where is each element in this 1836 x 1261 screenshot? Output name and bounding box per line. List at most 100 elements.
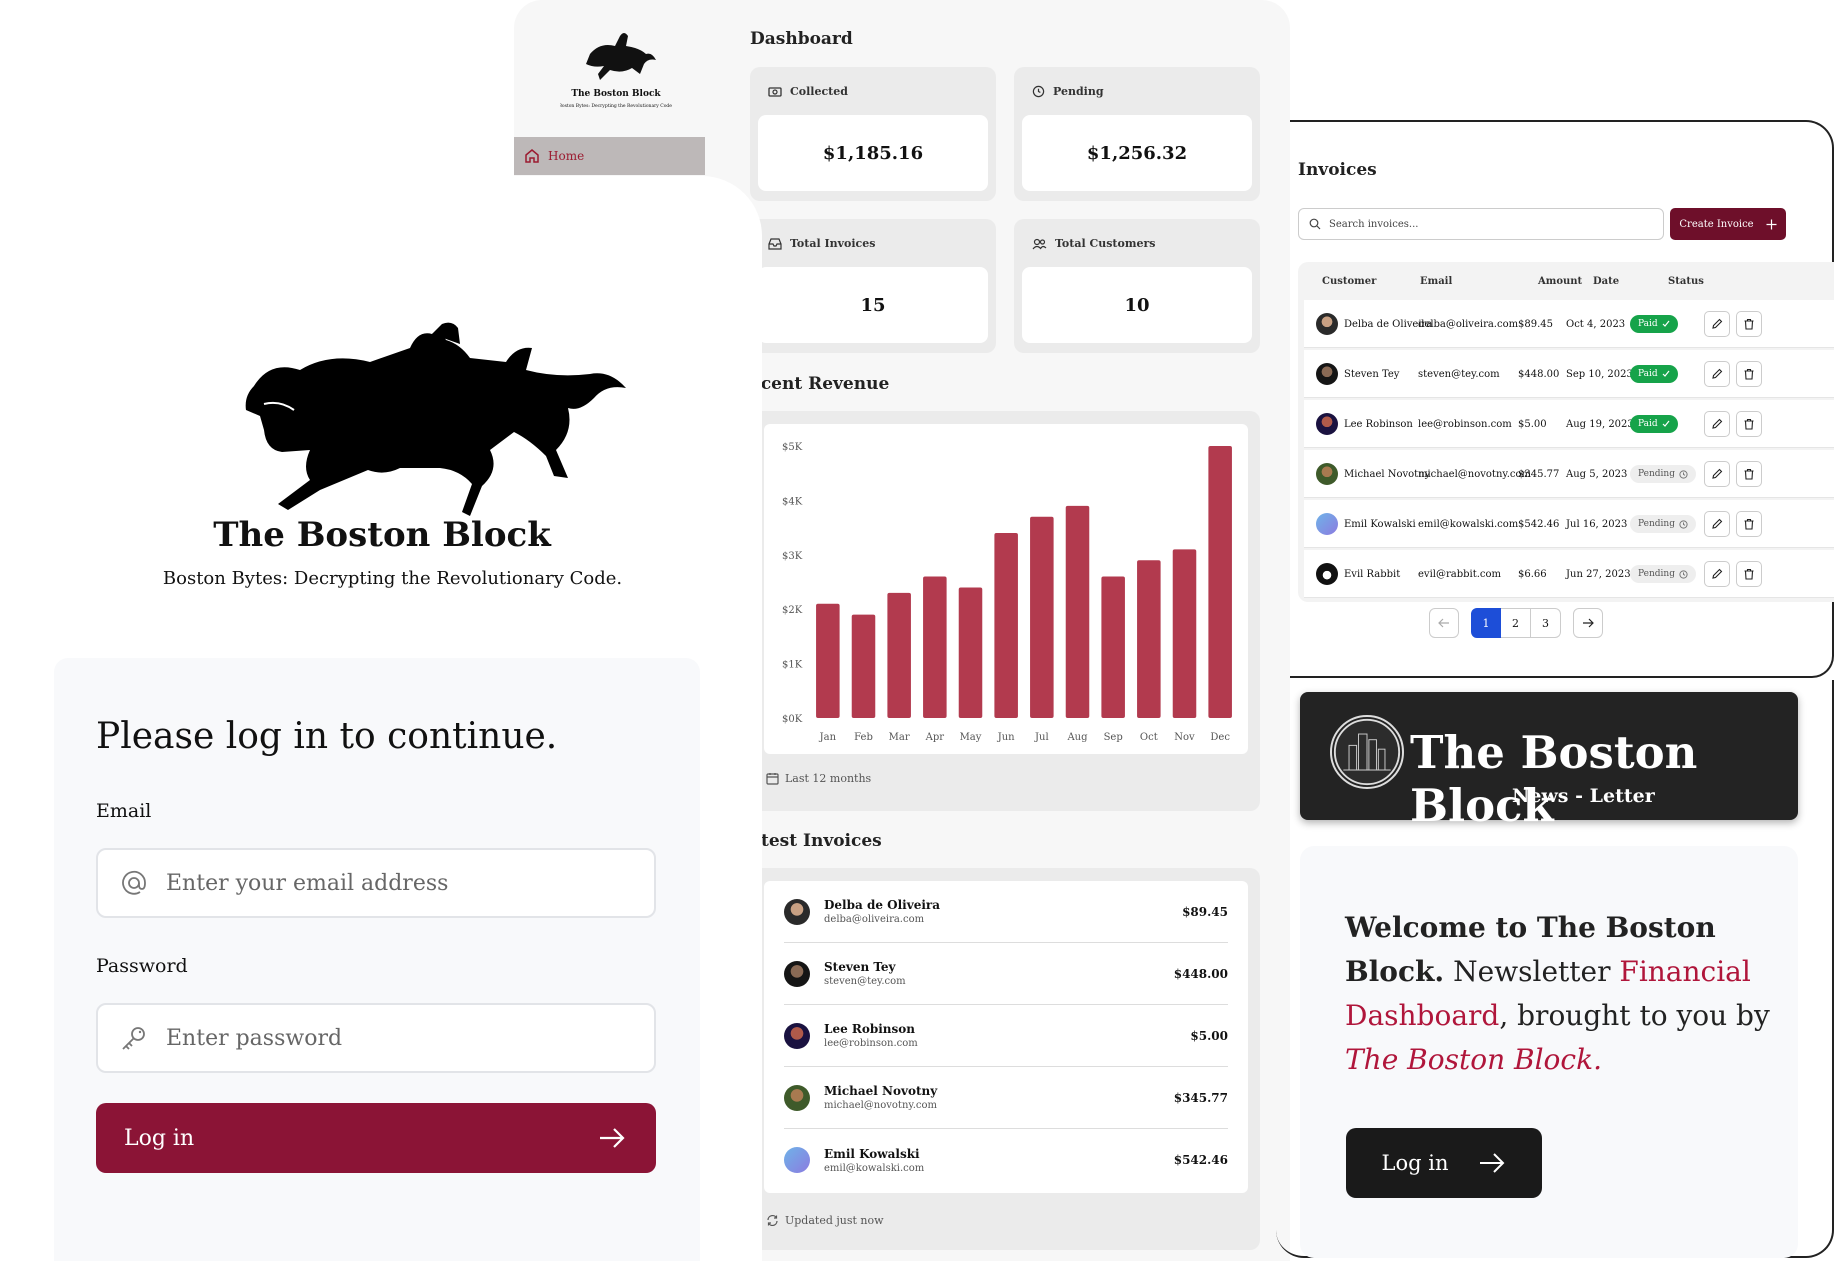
- password-field[interactable]: [96, 1003, 656, 1073]
- password-input[interactable]: [166, 1025, 606, 1051]
- x-tick-label: Mar: [889, 732, 910, 743]
- delete-button[interactable]: [1736, 450, 1762, 498]
- column-header: Email: [1420, 276, 1453, 287]
- trash-icon: [1744, 468, 1754, 480]
- y-tick-label: $3K: [782, 551, 803, 562]
- customer-email: michael@novotny.com: [1418, 468, 1531, 480]
- brand-title: The Boston Block: [213, 515, 551, 555]
- next-page-button[interactable]: [1573, 608, 1603, 638]
- trash-icon: [1744, 568, 1754, 580]
- pencil-icon: [1712, 468, 1723, 479]
- revenue-bar-chart: $0K $1K $2K $3K $4K $5K Jan Feb Mar Apr May Jun Jul A…: [782, 442, 1232, 743]
- svg-text:Boston Bytes: Decrypting the R: Boston Bytes: Decrypting the Revolutiona…: [560, 103, 672, 109]
- list-item[interactable]: Delba de Oliveira delba@oliveira.com $89.…: [784, 881, 1228, 943]
- x-tick-label: May: [960, 732, 982, 743]
- bar-oct: [1137, 560, 1161, 718]
- clock-icon: [1679, 469, 1688, 479]
- edit-button[interactable]: [1704, 400, 1730, 448]
- invoice-amount: $5.00: [1518, 418, 1547, 430]
- stat-card-pending: Pending $1,256.32: [1014, 67, 1260, 201]
- list-item[interactable]: Lee Robinson lee@robinson.com $5.00: [784, 1005, 1228, 1067]
- page-button[interactable]: 1: [1471, 608, 1501, 638]
- latest-footnote: Updated just now: [766, 1214, 884, 1227]
- table-row[interactable]: Steven Tey steven@tey.com $448.00 Sep 10, 2…: [1304, 350, 1834, 398]
- edit-button[interactable]: [1704, 450, 1730, 498]
- status-badge: Paid: [1630, 350, 1678, 398]
- delete-button[interactable]: [1736, 500, 1762, 548]
- list-item[interactable]: Steven Tey steven@tey.com $448.00: [784, 943, 1228, 1005]
- login-heading: Please log in to continue.: [96, 716, 558, 757]
- sidebar-item-home[interactable]: Home: [514, 137, 705, 175]
- list-item[interactable]: Emil Kowalski emil@kowalski.com $542.46: [784, 1129, 1228, 1191]
- search-input[interactable]: Search invoices...: [1329, 219, 1418, 230]
- email-input[interactable]: [166, 870, 606, 896]
- edit-button[interactable]: [1704, 500, 1730, 548]
- newsletter-subtitle: News - Letter: [1512, 785, 1655, 807]
- customer-name: Steven Tey: [824, 960, 896, 974]
- trash-icon: [1744, 418, 1754, 430]
- newsletter-login-button[interactable]: Log in: [1346, 1128, 1542, 1198]
- customer-email: steven@tey.com: [1418, 368, 1500, 380]
- column-header: Date: [1593, 276, 1620, 287]
- create-invoice-button[interactable]: Create Invoice: [1670, 208, 1786, 240]
- svg-text:The Boston Block: The Boston Block: [571, 89, 661, 99]
- table-row[interactable]: Emil Kowalski emil@kowalski.com $542.46 Jul…: [1304, 500, 1834, 548]
- plus-icon: [1766, 219, 1777, 229]
- delete-button[interactable]: [1736, 550, 1762, 598]
- login-button-label: Log in: [1381, 1151, 1449, 1175]
- table-row[interactable]: Delba de Oliveira delba@oliveira.com $89.4…: [1304, 300, 1834, 348]
- prev-page-button[interactable]: [1429, 608, 1459, 638]
- stat-value: $1,256.32: [1022, 115, 1252, 191]
- bar-jul: [1030, 516, 1054, 718]
- delete-button[interactable]: [1736, 300, 1762, 348]
- invoice-date: Jul 16, 2023: [1566, 518, 1628, 530]
- stat-card-collected: Collected $1,185.16: [750, 67, 996, 201]
- customer-email: lee@robinson.com: [824, 1038, 918, 1049]
- at-sign-icon: [122, 870, 146, 895]
- pencil-icon: [1712, 518, 1723, 529]
- invoice-amount: $89.45: [1518, 318, 1553, 330]
- footnote-text: Last 12 months: [785, 772, 872, 785]
- table-row[interactable]: Michael Novotny michael@novotny.com $345.7…: [1304, 450, 1834, 498]
- customer-name: Delba de Oliveira: [824, 898, 940, 912]
- email-field[interactable]: [96, 848, 656, 918]
- x-tick-label: Jan: [819, 732, 837, 743]
- page-button[interactable]: 3: [1531, 608, 1561, 638]
- x-tick-label: Sep: [1104, 732, 1123, 743]
- invoices-table: Customer Email Amount Date Status Delba …: [1298, 262, 1834, 602]
- stat-value: $1,185.16: [758, 115, 988, 191]
- login-button-label: Log in: [124, 1125, 195, 1151]
- table-row[interactable]: Evil Rabbit evil@rabbit.com $6.66 Jun 27, 2…: [1304, 550, 1834, 598]
- customer-email: michael@novotny.com: [824, 1100, 937, 1111]
- delete-button[interactable]: [1736, 400, 1762, 448]
- edit-button[interactable]: [1704, 300, 1730, 348]
- x-tick-label: Oct: [1140, 732, 1158, 743]
- customer-email: emil@kowalski.com: [1418, 518, 1519, 530]
- stat-value: 10: [1022, 267, 1252, 343]
- customer-email: steven@tey.com: [824, 976, 906, 987]
- customer-avatar: [1316, 350, 1338, 398]
- delete-button[interactable]: [1736, 350, 1762, 398]
- password-label: Password: [96, 955, 188, 977]
- list-item[interactable]: Michael Novotny michael@novotny.com $345.…: [784, 1067, 1228, 1129]
- table-row[interactable]: Lee Robinson lee@robinson.com $5.00 Aug 19,…: [1304, 400, 1834, 448]
- avatar: [784, 960, 810, 987]
- customer-email: lee@robinson.com: [1418, 418, 1512, 430]
- arrow-right-icon: [600, 1128, 625, 1148]
- invoice-date: Oct 4, 2023: [1566, 318, 1626, 330]
- search-field[interactable]: Search invoices...: [1298, 208, 1664, 240]
- edit-button[interactable]: [1704, 350, 1730, 398]
- calendar-icon: [766, 773, 779, 785]
- revenue-chart: $0K $1K $2K $3K $4K $5K Jan Feb Mar Apr May Jun Jul A…: [764, 424, 1248, 754]
- page-button[interactable]: 2: [1501, 608, 1531, 638]
- create-invoice-label: Create Invoice: [1679, 218, 1754, 230]
- status-text: Pending: [1638, 569, 1675, 579]
- status-text: Paid: [1638, 419, 1658, 429]
- brand-subtitle: Boston Bytes: Decrypting the Revolutiona…: [162, 568, 623, 589]
- arrow-left-icon: [1438, 618, 1449, 628]
- invoice-date: Aug 5, 2023: [1566, 468, 1628, 480]
- login-button[interactable]: Log in: [96, 1103, 656, 1173]
- edit-button[interactable]: [1704, 550, 1730, 598]
- avatar: [784, 1147, 810, 1173]
- column-header: Amount: [1538, 276, 1583, 287]
